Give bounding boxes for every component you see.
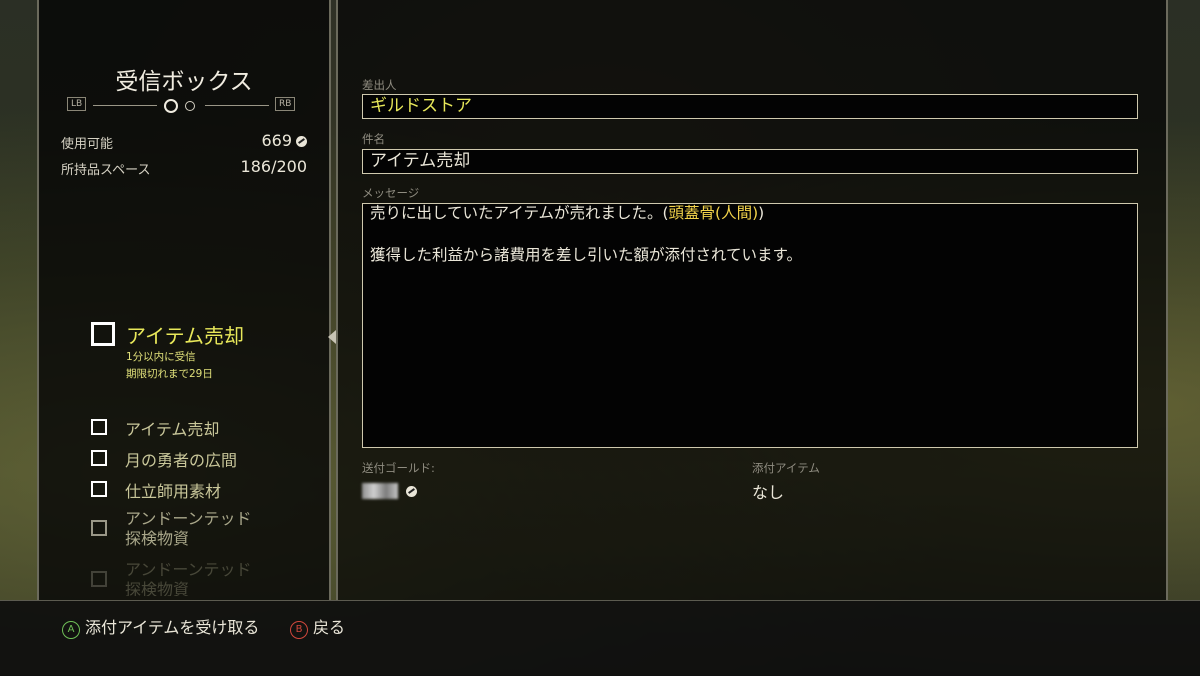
panel-pointer-icon: [328, 330, 336, 344]
gold-amount-redacted: [362, 483, 398, 499]
mail-item-label: アンドーンテッド 探検物資: [125, 509, 252, 548]
selected-mail-expires: 期限切れまで29日: [126, 368, 213, 380]
stat-value: 186/200: [240, 157, 307, 176]
stat-label: 所持品スペース: [61, 163, 151, 178]
gold-label: 送付ゴールド:: [362, 461, 435, 475]
rb-key[interactable]: RB: [275, 97, 296, 111]
button-prompt-bar: A 添付アイテムを受け取る B 戻る: [0, 600, 1200, 676]
stat-label: 使用可能: [61, 137, 114, 152]
take-attachments-button[interactable]: A 添付アイテムを受け取る: [62, 614, 259, 639]
a-button-icon: A: [62, 621, 80, 639]
mail-item-label: 仕立師用素材: [125, 482, 222, 501]
back-button[interactable]: B 戻る: [290, 614, 345, 639]
message-text: 売りに出していたアイテムが売れました。(: [370, 204, 669, 222]
checkbox-icon[interactable]: [91, 419, 107, 435]
page-indicator: LB RB: [67, 97, 299, 113]
selected-mail-checkbox-icon[interactable]: [91, 322, 115, 346]
attachment-value: なし: [752, 483, 785, 502]
sender-label: 差出人: [362, 78, 397, 92]
page-dot: [185, 101, 195, 111]
attachment-label: 添付アイテム: [752, 461, 820, 475]
back-label: 戻る: [313, 618, 346, 637]
gold-coin-icon: [296, 136, 307, 147]
gold-coin-icon: [406, 486, 417, 497]
b-button-icon: B: [290, 621, 308, 639]
mail-item-label: アイテム売却: [125, 420, 220, 439]
mail-item-label: アンドーンテッド 探検物資: [125, 560, 252, 596]
pager-line-left: [93, 105, 157, 106]
selected-mail-title[interactable]: アイテム売却: [126, 320, 244, 349]
message-label: メッセージ: [362, 186, 420, 200]
item-link[interactable]: 頭蓋骨(人間): [669, 204, 759, 222]
message-line-1: 売りに出していたアイテムが売れました。(頭蓋骨(人間)): [370, 202, 1137, 224]
subject-label: 件名: [362, 132, 385, 146]
message-line-2: 獲得した利益から諸費用を差し引いた額が添付されています。: [370, 246, 802, 264]
selected-mail-received: 1分以内に受信: [126, 351, 196, 363]
message-panel: 差出人 ギルドストア 件名 アイテム売却 メッセージ 売りに出していたアイテムが…: [336, 0, 1168, 600]
inbox-title: 受信ボックス: [115, 69, 253, 95]
checkbox-icon[interactable]: [91, 481, 107, 497]
checkbox-icon[interactable]: [91, 520, 107, 536]
inbox-sidebar: 受信ボックス LB RB 使用可能 669 所持品スペース 186/200 アイ…: [37, 0, 331, 600]
message-text: ): [758, 204, 765, 222]
take-attachments-label: 添付アイテムを受け取る: [85, 618, 260, 637]
subject-field: アイテム売却: [362, 149, 1138, 174]
page-dot-active: [164, 99, 178, 113]
checkbox-icon[interactable]: [91, 450, 107, 466]
stat-available: 使用可能 669: [61, 131, 307, 152]
pager-line-right: [205, 105, 269, 106]
mail-item-label: 月の勇者の広間: [125, 451, 238, 470]
checkbox-icon[interactable]: [91, 571, 107, 587]
stat-inventory-space: 所持品スペース 186/200: [61, 157, 307, 178]
stat-value: 669: [261, 131, 292, 150]
message-body: 売りに出していたアイテムが売れました。(頭蓋骨(人間)) 獲得した利益から諸費用…: [362, 203, 1138, 448]
sender-field: ギルドストア: [362, 94, 1138, 119]
lb-key[interactable]: LB: [67, 97, 87, 111]
